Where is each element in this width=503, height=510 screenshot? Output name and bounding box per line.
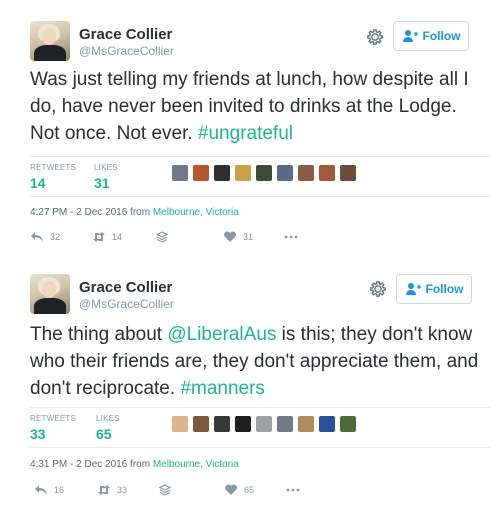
liker-avatar[interactable] <box>214 416 230 432</box>
follow-button[interactable]: Follow <box>396 274 472 304</box>
author-handle[interactable]: @MsGraceCollier <box>79 44 174 58</box>
divider <box>30 196 490 197</box>
add-user-icon <box>402 30 418 42</box>
like-button[interactable]: 65 <box>224 484 254 496</box>
mention-link[interactable]: @LiberalAus <box>167 324 276 345</box>
likes-count[interactable]: 65 <box>96 426 112 442</box>
retweet-count: 33 <box>117 485 128 495</box>
tweet-card: Grace Collier @MsGraceCollier Follow Was… <box>0 0 503 256</box>
add-user-icon <box>405 283 421 295</box>
liker-avatar[interactable] <box>277 416 293 432</box>
reply-count: 16 <box>54 485 65 495</box>
like-button[interactable]: 31 <box>223 231 253 243</box>
liker-avatar[interactable] <box>298 165 314 181</box>
divider <box>30 407 490 408</box>
author-name[interactable]: Grace Collier <box>79 279 172 296</box>
reply-button[interactable]: 32 <box>30 231 60 243</box>
liker-avatar[interactable] <box>298 416 314 432</box>
tweet-text: The thing about @LiberalAus is this; the… <box>30 324 479 399</box>
liker-avatar[interactable] <box>319 165 335 181</box>
likes-count[interactable]: 31 <box>94 175 110 191</box>
liker-avatar[interactable] <box>193 416 209 432</box>
retweets-count[interactable]: 33 <box>30 426 46 442</box>
gear-icon[interactable] <box>369 280 387 298</box>
liker-avatar[interactable] <box>319 416 335 432</box>
stack-button[interactable] <box>155 231 169 243</box>
tweet-text: Was just telling my friends at lunch, ho… <box>30 69 469 144</box>
more-button[interactable] <box>286 484 300 496</box>
liker-avatar[interactable] <box>235 165 251 181</box>
heart-icon <box>223 231 237 242</box>
location-link[interactable]: Melbourne, Victoria <box>153 459 239 470</box>
retweets-label: RETWEETS <box>30 163 77 172</box>
liker-avatar[interactable] <box>256 416 272 432</box>
liker-avatar[interactable] <box>340 416 356 432</box>
liker-avatar[interactable] <box>277 165 293 181</box>
retweet-count: 14 <box>112 232 123 242</box>
retweet-icon <box>98 485 110 495</box>
timestamp[interactable]: 4:31 PM - 2 Dec 2016 from Melbourne, Vic… <box>30 459 239 470</box>
liker-avatar[interactable] <box>193 165 209 181</box>
retweet-icon <box>93 232 105 242</box>
author-name[interactable]: Grace Collier <box>79 26 172 43</box>
retweets-count[interactable]: 14 <box>30 175 46 191</box>
location-link[interactable]: Melbourne, Victoria <box>153 207 239 218</box>
reply-icon <box>35 485 47 495</box>
more-dots-icon <box>284 235 298 239</box>
more-button[interactable] <box>284 231 298 243</box>
author-handle[interactable]: @MsGraceCollier <box>79 297 174 311</box>
avatar[interactable] <box>30 21 70 61</box>
likes-label: LIKES <box>96 414 120 423</box>
retweet-button[interactable]: 14 <box>92 231 122 243</box>
liker-avatar[interactable] <box>256 165 272 181</box>
liker-avatar[interactable] <box>340 165 356 181</box>
hashtag-link[interactable]: #ungrateful <box>198 123 293 144</box>
more-dots-icon <box>286 488 300 492</box>
follow-button[interactable]: Follow <box>393 21 469 51</box>
follow-label: Follow <box>425 282 464 296</box>
retweet-button[interactable]: 33 <box>97 484 127 496</box>
liker-avatar[interactable] <box>214 165 230 181</box>
likes-label: LIKES <box>94 163 118 172</box>
like-count: 65 <box>244 485 255 495</box>
reply-button[interactable]: 16 <box>34 484 64 496</box>
liker-avatar[interactable] <box>172 416 188 432</box>
stack-icon <box>155 231 169 243</box>
like-count: 31 <box>243 232 254 242</box>
hashtag-link[interactable]: #manners <box>180 378 265 399</box>
reply-icon <box>31 232 43 242</box>
gear-icon[interactable] <box>366 28 384 46</box>
tweet-card: Grace Collier @MsGraceCollier Follow The… <box>0 258 503 510</box>
liker-avatar[interactable] <box>172 165 188 181</box>
divider <box>30 156 490 157</box>
heart-icon <box>224 484 238 495</box>
stack-button[interactable] <box>158 484 172 496</box>
timestamp[interactable]: 4:27 PM - 2 Dec 2016 from Melbourne, Vic… <box>30 207 239 218</box>
follow-label: Follow <box>422 29 461 43</box>
reply-count: 32 <box>50 232 61 242</box>
avatar[interactable] <box>30 274 70 314</box>
divider <box>30 447 490 448</box>
liker-avatar[interactable] <box>235 416 251 432</box>
retweets-label: RETWEETS <box>30 414 77 423</box>
stack-icon <box>158 484 172 496</box>
